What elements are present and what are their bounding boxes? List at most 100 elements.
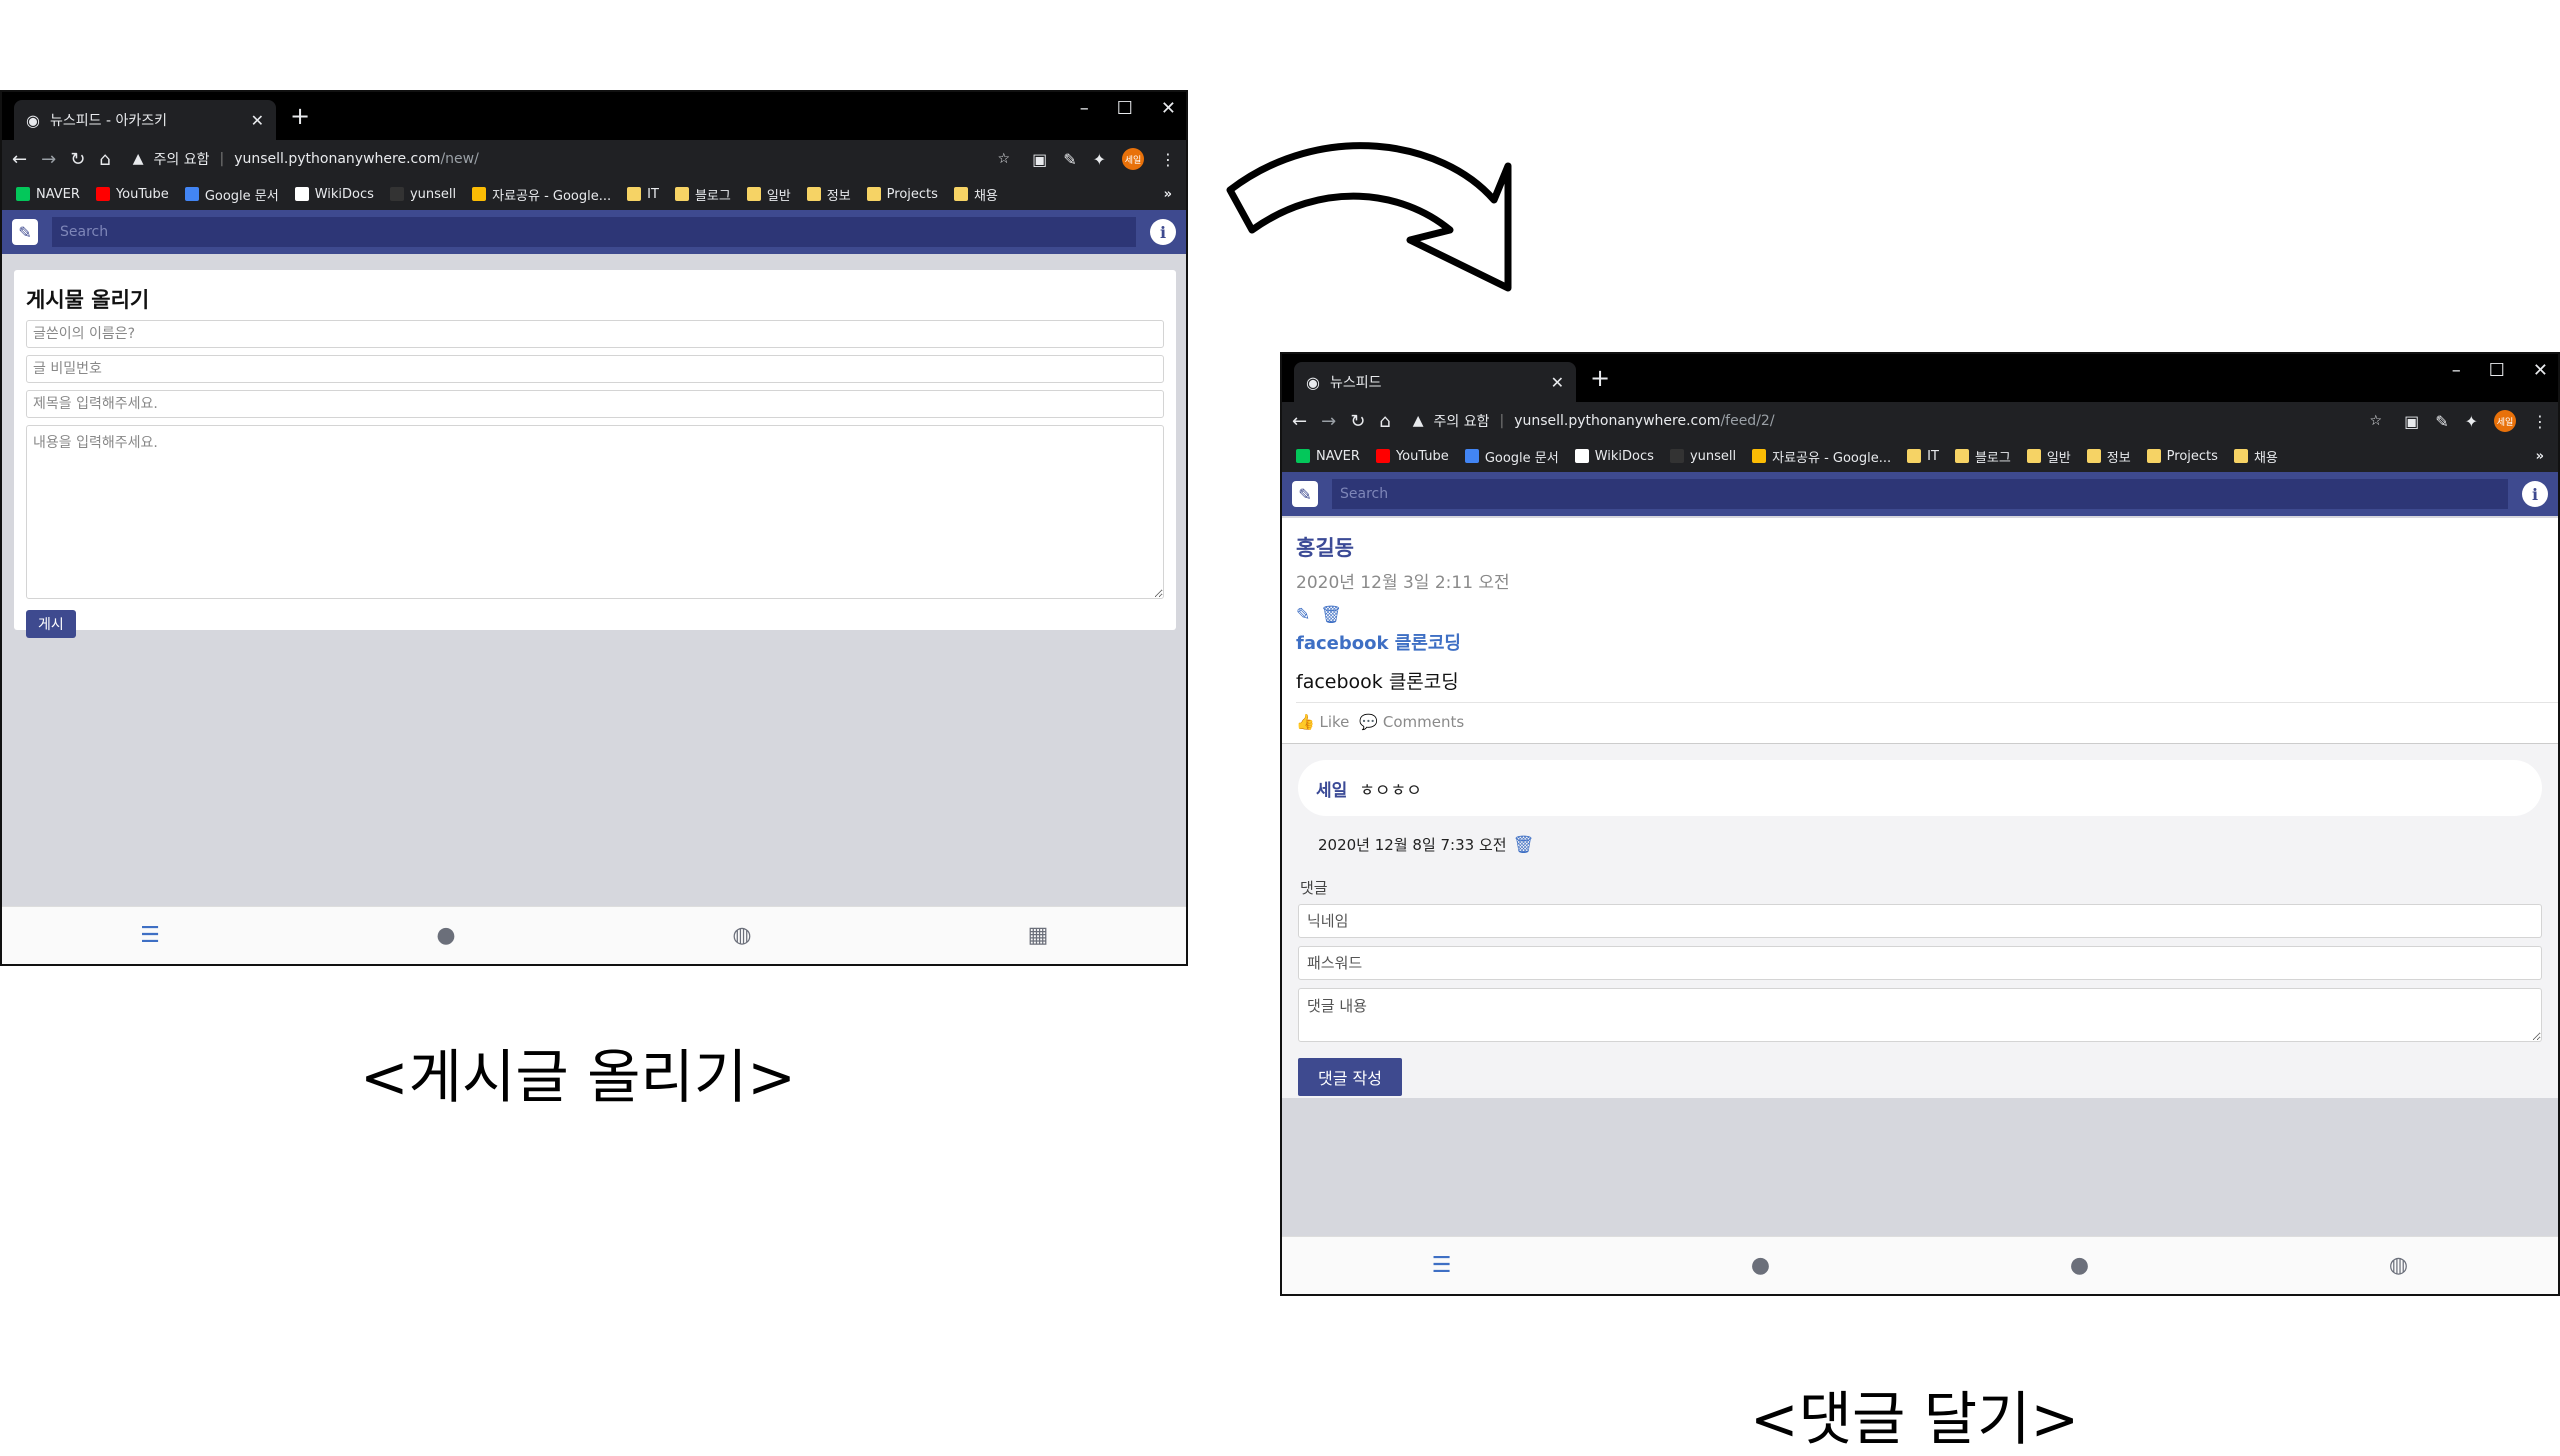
reload-icon[interactable]: ↻ (70, 149, 85, 170)
trash-icon[interactable]: 🗑 (1320, 605, 1342, 625)
search-input[interactable] (52, 217, 1136, 247)
bookmark-label: 채용 (2253, 450, 2278, 466)
bookmark-folder-info[interactable]: 정보 (2086, 447, 2131, 466)
close-tab-icon[interactable]: ✕ (251, 111, 264, 130)
globe-nav-icon[interactable]: ◍ (594, 907, 890, 964)
feed-list-icon[interactable]: ☰ (1282, 1237, 1601, 1294)
menu-kebab-icon[interactable]: ⋮ (2532, 412, 2548, 431)
url-field[interactable]: ▲ 주의 요함 | yunsell.pythonanywhere.com/fee… (1404, 406, 2391, 436)
new-tab-button[interactable]: + (1590, 364, 1610, 392)
delete-comment-icon[interactable]: 🗑 (1513, 835, 1535, 855)
bookmark-folder-general[interactable]: 일반 (2026, 447, 2071, 466)
write-post-icon[interactable]: ✎ (12, 219, 38, 245)
bookmark-youtube[interactable]: YouTube (1375, 448, 1449, 464)
bookmark-star-icon[interactable]: ☆ (998, 151, 1011, 167)
like-button[interactable]: 👍 Like (1296, 713, 1349, 731)
forward-icon[interactable]: → (1321, 411, 1336, 432)
bookmark-google-docs[interactable]: Google 문서 (184, 185, 279, 204)
bookmark-folder-projects[interactable]: Projects (866, 187, 938, 202)
user-icon[interactable]: ● (298, 907, 594, 964)
feed-list-icon[interactable]: ☰ (2, 907, 298, 964)
back-icon[interactable]: ← (12, 149, 27, 170)
search-input[interactable] (1332, 479, 2508, 509)
bookmark-star-icon[interactable]: ☆ (2370, 413, 2383, 429)
address-bar: ← → ↻ ⌂ ▲ 주의 요함 | yunsell.pythonanywhere… (1282, 402, 2558, 440)
maximize-icon[interactable]: ☐ (1117, 98, 1133, 119)
info-icon[interactable]: i (1150, 219, 1176, 245)
bookmark-drive[interactable]: 자료공유 - Google... (472, 185, 611, 204)
comments-button[interactable]: 💬 Comments (1359, 713, 1464, 731)
terminal-extension-icon[interactable]: ▣ (2404, 412, 2419, 431)
bookmark-folder-jobs[interactable]: 채용 (2233, 447, 2278, 466)
bookmark-folder-projects[interactable]: Projects (2146, 449, 2218, 464)
puzzle-extensions-icon[interactable]: ✦ (1093, 150, 1106, 169)
browser-tab[interactable]: ◉ 뉴스피드 ✕ (1294, 362, 1576, 402)
close-window-icon[interactable]: ✕ (1161, 98, 1176, 119)
bookmark-youtube[interactable]: YouTube (95, 187, 169, 202)
write-post-icon[interactable]: ✎ (1292, 481, 1318, 507)
bookmark-yunsell[interactable]: yunsell (1669, 449, 1736, 464)
post-author[interactable]: 홍길동 (1296, 532, 2544, 562)
bookmark-label: 자료공유 - Google... (492, 188, 612, 204)
submit-comment-button[interactable]: 댓글 작성 (1298, 1058, 1402, 1096)
bookmark-drive[interactable]: 자료공유 - Google... (1752, 447, 1891, 466)
bookmark-yunsell[interactable]: yunsell (389, 187, 456, 202)
user-icon[interactable]: ● (1920, 1237, 2239, 1294)
globe-nav-icon[interactable]: ◍ (2239, 1237, 2558, 1294)
bookmark-folder-general[interactable]: 일반 (746, 185, 791, 204)
maximize-icon[interactable]: ☐ (2489, 360, 2505, 381)
bookmark-wikidocs[interactable]: WikiDocs (1574, 449, 1654, 464)
bookmark-folder-it[interactable]: IT (1907, 449, 1939, 464)
bookmark-label: YouTube (1395, 448, 1449, 464)
close-tab-icon[interactable]: ✕ (1551, 373, 1564, 392)
menu-kebab-icon[interactable]: ⋮ (1160, 150, 1176, 169)
bookmark-folder-blog[interactable]: 블로그 (674, 185, 731, 204)
new-tab-button[interactable]: + (290, 102, 310, 130)
feed-post: 홍길동 2020년 12월 3일 2:11 오전 ✎ 🗑 facebook 클론… (1282, 518, 2558, 744)
more-bookmarks-button[interactable]: » (2536, 449, 2544, 464)
globe-icon: ◉ (1306, 372, 1320, 392)
profile-avatar[interactable]: 세일 (2494, 410, 2516, 432)
bookmark-google-docs[interactable]: Google 문서 (1464, 447, 1559, 466)
minimize-icon[interactable]: – (2452, 360, 2461, 381)
browser-tab[interactable]: ◉ 뉴스피드 - 아카즈키 ✕ (14, 100, 276, 140)
folder-icon (2086, 449, 2101, 463)
info-icon[interactable]: i (2522, 481, 2548, 507)
apps-grid-icon[interactable]: ▦ (890, 907, 1186, 964)
comment-nickname-input[interactable] (1298, 904, 2542, 938)
post-title[interactable]: facebook 클론코딩 (1296, 629, 2544, 655)
bookmark-folder-jobs[interactable]: 채용 (953, 185, 998, 204)
bookmark-label: 일반 (2046, 450, 2071, 466)
home-icon[interactable]: ⌂ (99, 149, 110, 170)
home-icon[interactable]: ⌂ (1379, 411, 1390, 432)
terminal-extension-icon[interactable]: ▣ (1032, 150, 1047, 169)
submit-post-button[interactable]: 게시 (26, 610, 76, 638)
forward-icon[interactable]: → (41, 149, 56, 170)
user-icon[interactable]: ● (1601, 1237, 1920, 1294)
bookmark-folder-it[interactable]: IT (627, 187, 659, 202)
author-name-input[interactable] (26, 320, 1164, 348)
more-bookmarks-button[interactable]: » (1164, 187, 1172, 202)
transition-arrow (1226, 142, 1512, 292)
url-field[interactable]: ▲ 주의 요함 | yunsell.pythonanywhere.com/new… (124, 144, 1019, 174)
pen-extension-icon[interactable]: ✎ (2435, 412, 2448, 431)
pen-extension-icon[interactable]: ✎ (1063, 150, 1076, 169)
post-content-textarea[interactable] (26, 425, 1164, 599)
minimize-icon[interactable]: – (1080, 98, 1089, 119)
bookmark-folder-info[interactable]: 정보 (806, 185, 851, 204)
bookmark-naver[interactable]: NAVER (1296, 449, 1360, 464)
bookmark-naver[interactable]: NAVER (16, 187, 80, 202)
comment-password-input[interactable] (1298, 946, 2542, 980)
edit-icon[interactable]: ✎ (1296, 605, 1310, 625)
bookmark-wikidocs[interactable]: WikiDocs (294, 187, 374, 202)
post-title-input[interactable] (26, 390, 1164, 418)
post-password-input[interactable] (26, 355, 1164, 383)
profile-avatar[interactable]: 세일 (1122, 148, 1144, 170)
close-window-icon[interactable]: ✕ (2533, 360, 2548, 381)
bookmark-folder-blog[interactable]: 블로그 (1954, 447, 2011, 466)
tab-strip: ◉ 뉴스피드 ✕ + – ☐ ✕ (1282, 354, 2558, 402)
back-icon[interactable]: ← (1292, 411, 1307, 432)
reload-icon[interactable]: ↻ (1350, 411, 1365, 432)
comment-content-textarea[interactable] (1298, 988, 2542, 1042)
puzzle-extensions-icon[interactable]: ✦ (2465, 412, 2478, 431)
